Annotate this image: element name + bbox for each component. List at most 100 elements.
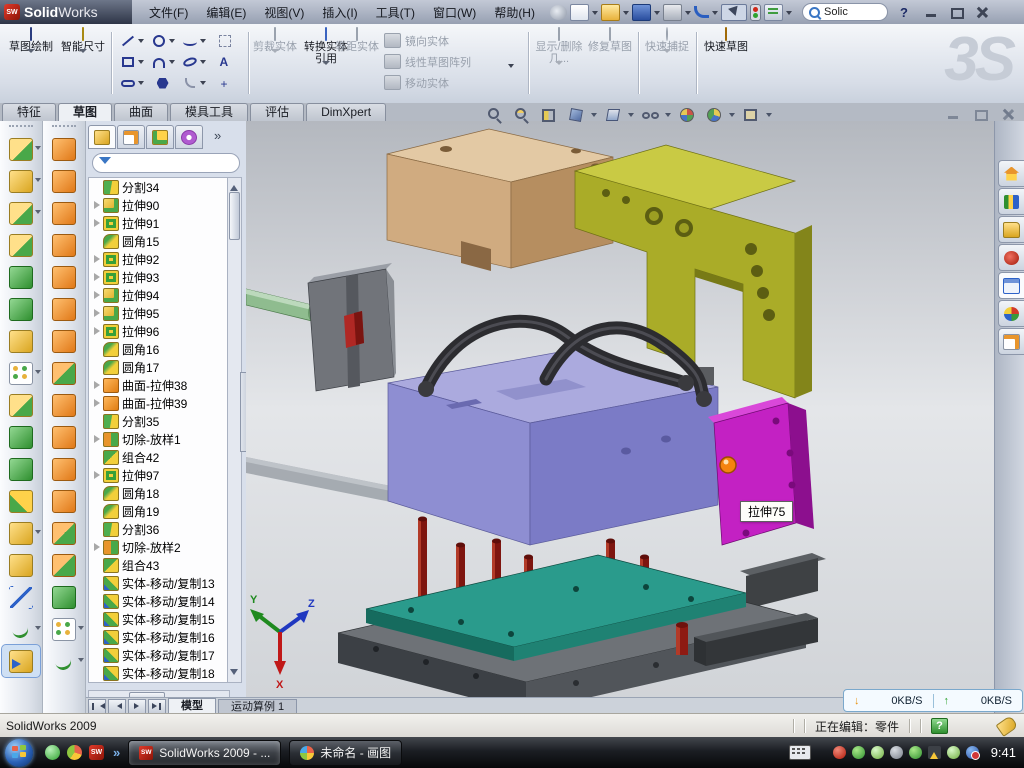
- scroll-down-icon[interactable]: [230, 669, 238, 679]
- pin-icon[interactable]: [550, 5, 567, 20]
- help-button[interactable]: ?: [900, 5, 908, 20]
- scroll-up-icon[interactable]: [230, 181, 238, 191]
- ribbon-tab[interactable]: DimXpert: [306, 103, 386, 121]
- tree-item[interactable]: 拉伸96: [89, 322, 229, 340]
- feature-toolbar-button[interactable]: [0, 293, 42, 325]
- expand-arrow-icon[interactable]: [92, 398, 102, 408]
- selection-box-icon[interactable]: [217, 34, 233, 48]
- expand-arrow-icon[interactable]: [92, 452, 102, 462]
- menu-item[interactable]: 插入(I): [313, 1, 366, 24]
- surface-toolbar-button[interactable]: [43, 645, 85, 677]
- expand-arrow-icon[interactable]: [92, 326, 102, 336]
- solidworks-launcher-icon[interactable]: SW: [89, 745, 104, 760]
- feature-toolbar-button[interactable]: [0, 133, 42, 165]
- tree-item[interactable]: 实体-移动/复制18: [89, 664, 229, 682]
- tree-item[interactable]: 切除-放样1: [89, 430, 229, 448]
- last-tab-button[interactable]: [148, 699, 166, 714]
- tree-item[interactable]: 实体-移动/复制13: [89, 574, 229, 592]
- feature-toolbar-button[interactable]: [0, 421, 42, 453]
- chevron-down-icon[interactable]: [138, 60, 144, 67]
- surface-toolbar-button[interactable]: [43, 485, 85, 517]
- toolbar-grip[interactable]: [9, 125, 33, 131]
- chevron-down-icon[interactable]: [654, 11, 660, 18]
- sketch-button[interactable]: 草图绘制: [6, 28, 56, 98]
- next-tab-button[interactable]: [128, 699, 146, 714]
- expand-arrow-icon[interactable]: [92, 272, 102, 282]
- chevron-down-icon[interactable]: [729, 113, 735, 120]
- chevron-down-icon[interactable]: [169, 39, 175, 46]
- surface-toolbar-button[interactable]: [43, 453, 85, 485]
- tree-item[interactable]: 分割36: [89, 520, 229, 538]
- expand-arrow-icon[interactable]: [92, 650, 102, 660]
- chevron-down-icon[interactable]: [592, 11, 598, 18]
- antivirus-tray-icon[interactable]: [833, 746, 846, 759]
- close-button[interactable]: [972, 5, 991, 20]
- tree-item[interactable]: 切除-放样2: [89, 538, 229, 556]
- expand-arrow-icon[interactable]: [92, 470, 102, 480]
- taskbar-window-button[interactable]: 未命名 - 画图: [289, 740, 402, 766]
- propertymanager-tab[interactable]: [117, 125, 145, 149]
- zoom-to-fit-icon[interactable]: [486, 107, 506, 125]
- volume-tray-icon[interactable]: [890, 746, 903, 759]
- chevron-down-icon[interactable]: [322, 61, 330, 81]
- quick-launch-overflow[interactable]: »: [113, 745, 120, 760]
- smart-dimension-button[interactable]: 智能尺寸: [58, 28, 108, 98]
- ribbon-tab[interactable]: 曲面: [114, 103, 168, 121]
- tree-item[interactable]: 拉伸91: [89, 214, 229, 232]
- feature-toolbar-button[interactable]: [0, 229, 42, 261]
- arc-icon[interactable]: [151, 55, 167, 69]
- tree-item[interactable]: 实体-移动/复制16: [89, 628, 229, 646]
- expand-arrow-icon[interactable]: [92, 308, 102, 318]
- search-box[interactable]: Solic: [802, 3, 888, 21]
- panel-overflow-button[interactable]: »: [214, 125, 221, 149]
- updater-tray-icon[interactable]: [947, 746, 960, 759]
- tree-item[interactable]: 圆角16: [89, 340, 229, 358]
- ribbon-tab[interactable]: 草图: [58, 103, 112, 122]
- menu-item[interactable]: 视图(V): [255, 1, 313, 24]
- chevron-down-icon[interactable]: [169, 60, 175, 67]
- feature-toolbar-button[interactable]: [0, 197, 42, 229]
- expand-arrow-icon[interactable]: [92, 200, 102, 210]
- expand-arrow-icon[interactable]: [92, 524, 102, 534]
- surface-toolbar-button[interactable]: [43, 325, 85, 357]
- toolbar-grip[interactable]: [52, 125, 76, 131]
- ime-keyboard-icon[interactable]: [789, 745, 811, 760]
- point-icon[interactable]: +: [217, 76, 233, 90]
- doc-close-button[interactable]: [998, 107, 1017, 122]
- solidworks-resources-tab[interactable]: [998, 160, 1024, 187]
- expand-arrow-icon[interactable]: [92, 488, 102, 498]
- chevron-down-icon[interactable]: [591, 113, 597, 120]
- circle-icon[interactable]: [151, 34, 167, 48]
- spline-icon[interactable]: [182, 34, 198, 48]
- expand-arrow-icon[interactable]: [92, 596, 102, 606]
- ribbon-tab[interactable]: 模具工具: [170, 103, 248, 121]
- hide-show-items-icon[interactable]: [641, 107, 661, 125]
- tree-item[interactable]: 圆角18: [89, 484, 229, 502]
- feature-toolbar-button[interactable]: [0, 613, 42, 645]
- view-settings-icon[interactable]: [742, 107, 762, 125]
- rapid-sketch-button[interactable]: 快速草图: [702, 28, 750, 98]
- surface-toolbar-button[interactable]: [43, 613, 85, 645]
- expand-arrow-icon[interactable]: [92, 182, 102, 192]
- rebuild-button[interactable]: [750, 4, 761, 21]
- chevron-down-icon[interactable]: [138, 39, 144, 46]
- tree-item[interactable]: 曲面-拉伸38: [89, 376, 229, 394]
- menu-item[interactable]: 编辑(E): [197, 1, 255, 24]
- polygon-icon[interactable]: [155, 76, 171, 90]
- connectivity-tray-icon[interactable]: [909, 746, 922, 759]
- chevron-down-icon[interactable]: [200, 60, 206, 67]
- ribbon-tab[interactable]: 特征: [2, 103, 56, 121]
- tree-item[interactable]: 拉伸90: [89, 196, 229, 214]
- expand-arrow-icon[interactable]: [92, 290, 102, 300]
- open-button[interactable]: [601, 4, 620, 21]
- start-button[interactable]: [5, 739, 33, 767]
- expand-arrow-icon[interactable]: [92, 254, 102, 264]
- doc-restore-button[interactable]: [971, 107, 990, 122]
- scrollbar-thumb[interactable]: [229, 192, 240, 240]
- zoom-to-area-icon[interactable]: [513, 107, 533, 125]
- tree-item[interactable]: 圆角19: [89, 502, 229, 520]
- tags-icon[interactable]: [996, 715, 1019, 737]
- feature-toolbar-button[interactable]: [0, 453, 42, 485]
- tree-item[interactable]: 拉伸97: [89, 466, 229, 484]
- chevron-down-icon[interactable]: [712, 11, 718, 18]
